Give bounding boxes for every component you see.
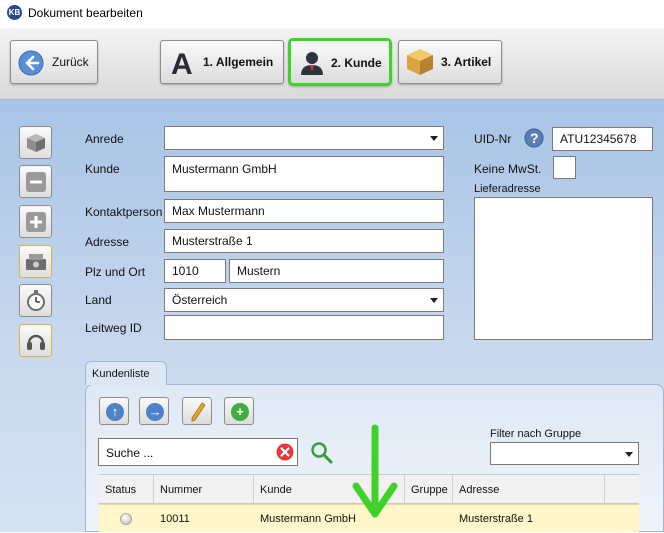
status-cell (99, 505, 154, 533)
plus-icon (26, 212, 46, 232)
kontaktperson-field[interactable]: Max Mustermann (164, 199, 444, 223)
label-adresse: Adresse (85, 235, 130, 249)
back-button[interactable]: Zurück (10, 40, 98, 84)
search-icon[interactable] (309, 440, 333, 464)
tab-kunde[interactable]: 2. Kunde (288, 38, 392, 86)
edit-button[interactable] (182, 397, 212, 425)
adresse-field[interactable]: Musterstraße 1 (164, 229, 444, 253)
box-tool-button[interactable] (19, 126, 52, 159)
chevron-down-icon (430, 298, 438, 303)
plz-field[interactable]: 1010 (164, 259, 226, 283)
timer-tool-button[interactable] (19, 284, 52, 317)
cash-register-icon (26, 254, 46, 270)
tab-kunde-label: 2. Kunde (331, 56, 382, 70)
chevron-down-icon (430, 136, 438, 141)
status-indicator-icon (120, 513, 132, 525)
app-logo-icon: KB (7, 5, 22, 20)
select-button[interactable]: → (139, 397, 169, 425)
column-header-nummer[interactable]: Nummer (154, 475, 254, 505)
user-icon (301, 52, 323, 75)
lieferadresse-field[interactable] (474, 197, 653, 340)
kunde-field[interactable]: Mustermann GmbH (164, 156, 444, 192)
column-header-status[interactable]: Status (99, 475, 154, 505)
annotation-arrow-down-icon (352, 424, 398, 518)
add-tool-button[interactable] (19, 205, 52, 238)
help-icon[interactable]: ? (524, 128, 544, 148)
uid-nr-field[interactable]: ATU12345678 (552, 127, 653, 151)
window-title: Dokument bearbeiten (28, 6, 143, 20)
ort-field[interactable]: Mustern (229, 259, 444, 283)
tab-allgemein-label: 1. Allgemein (203, 55, 274, 69)
label-leitweg-id: Leitweg ID (85, 321, 142, 335)
nummer-cell: 10011 (160, 513, 190, 525)
box-icon (407, 49, 433, 75)
arrow-left-icon (18, 50, 44, 76)
headset-icon (27, 334, 45, 350)
tab-artikel[interactable]: 3. Artikel (398, 40, 502, 84)
add-customer-button[interactable]: + (224, 397, 254, 425)
pencil-icon (191, 402, 206, 422)
svg-text:?: ? (530, 130, 539, 146)
label-plz-ort: Plz und Ort (85, 265, 146, 279)
plus-icon: + (231, 403, 249, 421)
adresse-cell: Musterstraße 1 (459, 513, 533, 525)
tab-kundenliste-label: Kundenliste (92, 368, 150, 380)
tab-allgemein[interactable]: A 1. Allgemein (160, 40, 284, 84)
svg-text:A: A (171, 48, 193, 76)
label-lieferadresse: Lieferadresse (474, 183, 541, 195)
move-up-button[interactable]: ↑ (99, 397, 129, 425)
box-icon (27, 134, 45, 152)
arrow-up-icon: ↑ (106, 403, 124, 421)
remove-tool-button[interactable] (19, 165, 52, 198)
label-kontaktperson: Kontaktperson (85, 205, 163, 219)
arrow-right-icon: → (146, 403, 164, 421)
filter-gruppe-dropdown[interactable] (490, 442, 639, 465)
search-input[interactable]: Suche ... (98, 438, 298, 466)
leitweg-id-field[interactable] (164, 315, 444, 340)
label-keine-mwst: Keine MwSt. (474, 162, 542, 176)
label-land: Land (85, 293, 112, 307)
back-button-label: Zurück (52, 55, 89, 69)
land-dropdown[interactable]: Österreich (164, 288, 444, 312)
column-header-gruppe[interactable]: Gruppe (405, 475, 453, 505)
label-kunde: Kunde (85, 162, 120, 176)
label-anrede: Anrede (85, 132, 124, 146)
cash-tool-button[interactable] (19, 245, 52, 278)
keine-mwst-checkbox[interactable] (553, 156, 576, 179)
letter-a-icon: A (171, 48, 193, 76)
chevron-down-icon (625, 452, 633, 457)
gruppe-cell (405, 505, 453, 533)
label-filter-gruppe: Filter nach Gruppe (490, 428, 582, 440)
clear-icon[interactable] (276, 443, 294, 461)
column-header-adresse[interactable]: Adresse (453, 475, 605, 505)
tab-artikel-label: 3. Artikel (441, 55, 492, 69)
title-bar: KB Dokument bearbeiten (0, 0, 664, 28)
stopwatch-icon (27, 290, 45, 311)
label-uid-nr: UID-Nr (474, 132, 512, 146)
minus-icon (26, 172, 46, 192)
support-tool-button[interactable] (19, 324, 52, 357)
tab-kundenliste[interactable]: Kundenliste (85, 361, 167, 385)
land-value: Österreich (172, 293, 228, 307)
anrede-dropdown[interactable] (164, 126, 444, 150)
